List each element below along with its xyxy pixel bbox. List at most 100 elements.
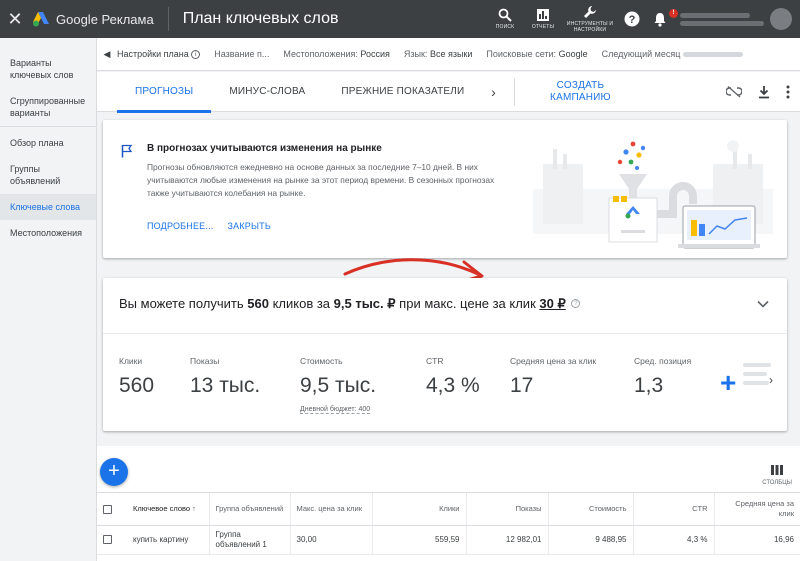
brand-name: Google Реклама <box>56 11 154 27</box>
sidebar-item-locations[interactable]: Местоположения <box>0 220 96 246</box>
learn-more-link[interactable]: ПОДРОБНЕЕ... <box>147 221 214 231</box>
network-setting[interactable]: Поисковые сети: Google <box>486 49 587 59</box>
metric-label: Сред. позиция <box>634 356 692 366</box>
column-header-ctr[interactable]: CTR <box>632 492 714 526</box>
sidebar-item-keyword-ideas[interactable]: Варианты ключевых слов <box>0 50 96 88</box>
cell-max-cpc[interactable]: 30,00 <box>289 525 372 555</box>
daily-budget-link[interactable]: Дневной бюджет: 400 <box>300 406 371 414</box>
sidebar-item-keywords[interactable]: Ключевые слова <box>0 194 96 220</box>
column-header-clicks[interactable]: Клики <box>371 492 466 526</box>
metric-value: 1,3 <box>634 374 664 397</box>
metric-value: 9,5 тыс. <box>300 374 377 397</box>
column-header-impressions[interactable]: Показы <box>465 492 548 526</box>
tools-caption: ИНСТРУМЕНТЫ И НАСТРОЙКИ <box>566 21 614 33</box>
tools-button[interactable]: ИНСТРУМЕНТЫ И НАСТРОЙКИ <box>564 5 616 33</box>
locations-setting-value: Россия <box>360 49 390 59</box>
plan-settings-label[interactable]: Настройки плана i <box>117 49 201 60</box>
unlink-icon[interactable] <box>726 86 742 98</box>
avatar[interactable] <box>770 8 792 30</box>
help-icon[interactable]: ? <box>571 299 581 308</box>
google-ads-logo[interactable]: Google Реклама <box>32 11 154 27</box>
metric-value: 560 <box>119 374 155 397</box>
notifications-button[interactable]: ! <box>646 8 678 27</box>
notification-badge: ! <box>669 8 678 18</box>
headline-clicks: 560 <box>247 296 269 311</box>
columns-icon <box>771 465 784 475</box>
column-header-keyword[interactable]: Ключевое слово ↑ <box>127 492 209 526</box>
metric-ctr: CTR 4,3 % <box>426 356 480 398</box>
row-checkbox[interactable] <box>103 535 112 545</box>
cell-ad-group[interactable]: Группа объявлений 1 <box>208 525 290 555</box>
cell-impressions: 12 982,01 <box>465 525 548 555</box>
create-campaign-button[interactable]: СОЗДАТЬ КАМПАНИЮ <box>525 80 635 104</box>
flag-icon <box>121 144 133 158</box>
download-icon[interactable] <box>758 85 770 99</box>
account-email-redacted <box>680 20 764 26</box>
tab-negative-keywords[interactable]: МИНУС-СЛОВА <box>211 72 323 112</box>
cell-clicks: 559,59 <box>371 525 466 555</box>
add-keywords-button[interactable]: + <box>100 458 128 486</box>
search-caption: ПОИСК <box>495 24 515 30</box>
metric-label: Средняя цена за клик <box>510 356 597 366</box>
cell-keyword[interactable]: купить картину <box>127 525 209 555</box>
column-header-ad-group[interactable]: Группа объявлений <box>208 492 290 526</box>
headline-mid-2: при макс. цене за клик <box>399 296 536 311</box>
max-cpc-link[interactable]: 30 ₽ <box>539 296 565 311</box>
more-vert-icon[interactable] <box>786 85 790 99</box>
period-setting-label: Следующий месяц <box>601 49 681 59</box>
info-card-body: Прогнозы обновляются ежедневно на основе… <box>147 162 495 198</box>
metric-clicks: Клики 560 <box>119 356 154 398</box>
headline-mid-1: кликов за <box>272 296 331 311</box>
select-all-checkbox[interactable] <box>103 504 112 514</box>
account-info[interactable] <box>680 9 766 29</box>
column-header-cost[interactable]: Стоимость <box>547 492 633 526</box>
metric-impressions: Показы 13 тыс. <box>190 356 260 398</box>
period-setting[interactable]: Следующий месяц <box>602 49 743 59</box>
search-button[interactable]: ПОИСК <box>488 8 522 30</box>
wrench-icon <box>584 6 596 18</box>
collapse-arrow-icon[interactable]: ◀ <box>97 49 117 60</box>
expand-chevron-icon[interactable] <box>757 300 769 308</box>
column-header-avg-cpc[interactable]: Средняя цена за клик <box>713 492 800 526</box>
sidebar-item-grouped-ideas[interactable]: Сгруппированные варианты <box>0 88 96 126</box>
period-value-redacted <box>682 52 743 58</box>
info-icon: i <box>191 50 201 60</box>
add-metric-plus-icon[interactable]: + <box>720 369 736 397</box>
help-icon: ? <box>624 11 640 27</box>
cell-ctr: 4,3 % <box>632 525 714 555</box>
metric-label: CTR <box>426 356 444 366</box>
search-icon <box>498 8 512 22</box>
column-header-max-cpc[interactable]: Макс. цена за клик <box>289 492 372 526</box>
language-setting-label: Язык: <box>403 49 428 59</box>
sidebar-item-ad-groups[interactable]: Группы объявлений <box>0 156 96 194</box>
close-icon[interactable]: ✕ <box>0 9 30 30</box>
metric-label: Показы <box>190 356 220 366</box>
account-name-redacted <box>680 12 750 18</box>
forecast-illustration <box>533 140 773 249</box>
metrics-next-chevron-icon[interactable]: › <box>769 373 773 387</box>
language-setting-value: Все языки <box>429 49 473 59</box>
table-row[interactable]: купить картину Группа объявлений 1 30,00… <box>97 525 800 555</box>
tab-historical-metrics[interactable]: ПРЕЖНИЕ ПОКАЗАТЕЛИ <box>323 72 482 112</box>
tab-forecasts[interactable]: ПРОГНОЗЫ <box>117 72 212 113</box>
plan-name-setting[interactable]: Название п... <box>214 49 269 59</box>
row-select-cell[interactable] <box>97 525 127 555</box>
page-title: План ключевых слов <box>182 10 339 27</box>
svg-text:?: ? <box>629 14 636 26</box>
sidebar: Варианты ключевых слов Сгруппированные в… <box>0 38 97 561</box>
sidebar-item-plan-overview[interactable]: Обзор плана <box>0 127 96 156</box>
reports-button[interactable]: ОТЧЕТЫ <box>526 8 560 30</box>
info-card-title: В прогнозах учитываются изменения на рын… <box>147 143 382 154</box>
help-button[interactable]: ? <box>618 11 646 27</box>
language-setting[interactable]: Язык: Все языки <box>404 49 473 59</box>
locations-setting[interactable]: Местоположения: Россия <box>283 49 390 59</box>
tabs-next-chevron-icon[interactable]: › <box>482 84 504 100</box>
metric-avg-position: Сред. позиция 1,3 <box>634 356 691 398</box>
select-all-cell[interactable] <box>97 492 127 526</box>
metric-value: 17 <box>510 374 534 397</box>
columns-button[interactable]: СТОЛБЦЫ <box>762 462 792 486</box>
dismiss-link[interactable]: ЗАКРЫТЬ <box>228 221 271 231</box>
locations-setting-label: Местоположения: <box>283 49 358 59</box>
metric-cost: Стоимость 9,5 тыс. Дневной бюджет: 400 <box>300 356 376 416</box>
metric-label: Клики <box>119 356 143 366</box>
